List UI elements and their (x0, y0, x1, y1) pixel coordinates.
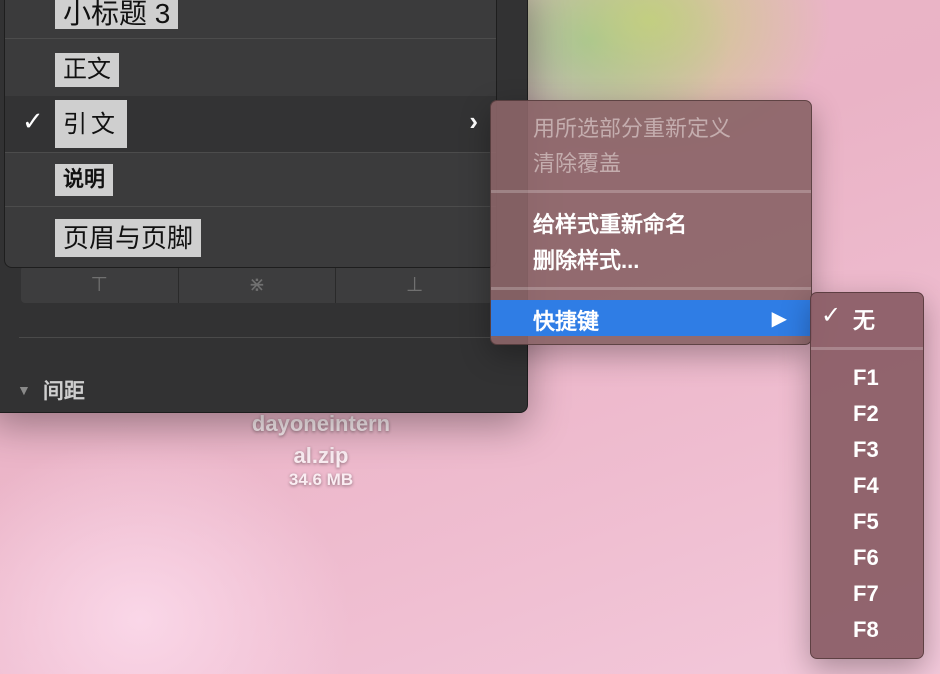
file-name-line-2: al.zip (293, 443, 349, 468)
file-size: 34.6 MB (288, 470, 354, 489)
style-label: 引文 (55, 100, 127, 148)
align-middle-icon: ⋇ (248, 274, 266, 296)
style-label: 说明 (55, 164, 113, 196)
menu-item-shortcut[interactable]: 快捷键 ▶ (491, 300, 811, 336)
spacing-section-header[interactable]: ▼ 间距 (17, 375, 85, 405)
submenu-arrow-icon: ▶ (771, 308, 787, 330)
checkmark-icon: ✓ (22, 106, 44, 136)
shortcut-option-f1[interactable]: F1 (853, 365, 879, 391)
style-label: 正文 (55, 53, 119, 87)
style-item-caption[interactable]: 说明 (5, 152, 496, 207)
spacing-section-label: 间距 (42, 380, 85, 403)
menu-item-shortcut-label: 快捷键 (533, 309, 600, 334)
shortcut-option-f4[interactable]: F4 (853, 473, 879, 499)
shortcut-option-f7[interactable]: F7 (853, 581, 879, 607)
style-item-body[interactable]: 正文 (5, 38, 496, 97)
align-top-icon: ⊤ (90, 274, 109, 296)
style-label: 页眉与页脚 (55, 219, 202, 257)
align-middle-button[interactable]: ⋇ (179, 266, 337, 303)
chevron-right-icon: › (469, 106, 478, 136)
style-item-quote[interactable]: ✓ 引文 › (5, 96, 496, 153)
align-bottom-icon: ⊥ (405, 274, 424, 296)
menu-item-clear-override[interactable]: 清除覆盖 (533, 146, 621, 178)
shortcut-option-f8[interactable]: F8 (853, 617, 879, 643)
style-item-header-footer[interactable]: 页眉与页脚 (5, 206, 496, 267)
shortcut-option-f2[interactable]: F2 (853, 401, 879, 427)
menu-separator (491, 190, 811, 193)
menu-item-rename-style[interactable]: 给样式重新命名 (533, 207, 687, 239)
style-item-subheading-3[interactable]: 小标题 3 (5, 0, 496, 39)
shortcut-option-f3[interactable]: F3 (853, 437, 879, 463)
shortcut-option-none[interactable]: 无 (853, 303, 875, 335)
menu-separator (491, 287, 811, 290)
vertical-alignment-control: ⊤ ⋇ ⊥ (21, 266, 493, 303)
shortcut-option-f6[interactable]: F6 (853, 545, 879, 571)
paragraph-style-list: 小标题 3 正文 ✓ 引文 › 说明 页眉与页脚 (4, 0, 497, 268)
checkmark-icon: ✓ (821, 302, 842, 329)
menu-separator (811, 347, 923, 350)
desktop-file[interactable]: dayoneintern al.zip 34.6 MB (230, 408, 412, 490)
disclosure-triangle-icon[interactable]: ▼ (17, 382, 31, 398)
align-top-button[interactable]: ⊤ (21, 266, 179, 303)
shortcut-option-f5[interactable]: F5 (853, 509, 879, 535)
divider (19, 337, 497, 338)
menu-item-redefine-from-selection[interactable]: 用所选部分重新定义 (533, 111, 731, 143)
style-label: 小标题 3 (55, 0, 179, 29)
shortcut-submenu: ✓ 无 F1 F2 F3 F4 F5 F6 F7 F8 (810, 292, 924, 659)
align-bottom-button[interactable]: ⊥ (336, 266, 493, 303)
menu-item-delete-style[interactable]: 删除样式... (533, 243, 639, 275)
style-context-menu: 用所选部分重新定义 清除覆盖 给样式重新命名 删除样式... 快捷键 ▶ (490, 100, 812, 345)
